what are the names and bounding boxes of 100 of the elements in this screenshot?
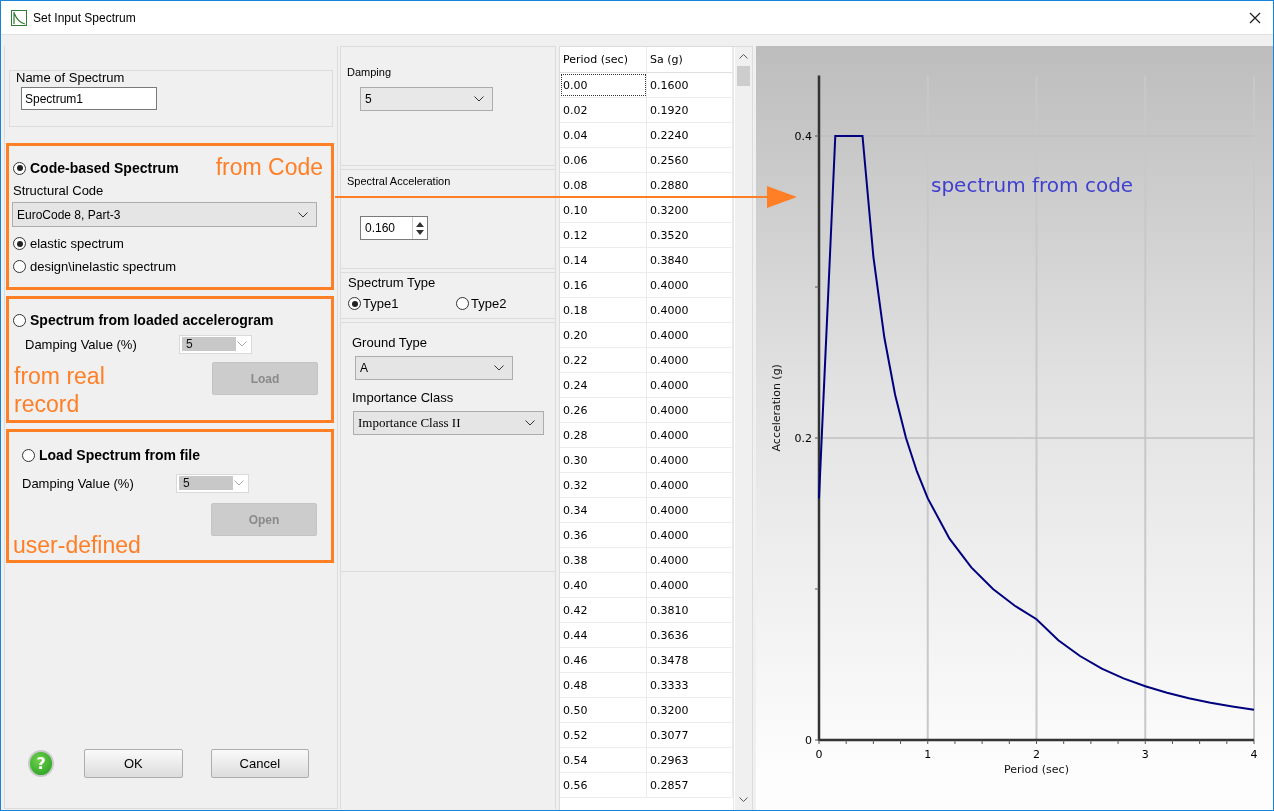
table-cell[interactable]: 0.4000 — [647, 298, 733, 322]
close-icon[interactable] — [1249, 11, 1261, 24]
radio-label[interactable]: design\inelastic spectrum — [30, 259, 176, 274]
table-cell[interactable]: 0.12 — [560, 223, 647, 247]
scrollbar-thumb[interactable] — [737, 66, 750, 86]
table-cell[interactable]: 0.3333 — [647, 673, 733, 697]
table-cell[interactable]: 0.48 — [560, 673, 647, 697]
tick-label: 1 — [924, 748, 932, 761]
dialog-button[interactable]: OK — [84, 749, 183, 778]
chevron-icon — [298, 211, 308, 218]
table-cell[interactable]: 0.42 — [560, 598, 647, 622]
table-cell[interactable]: 0.4000 — [647, 423, 733, 447]
radio-button[interactable] — [22, 448, 35, 462]
table-cell[interactable]: 0.20 — [560, 323, 647, 347]
name-field[interactable]: Spectrum1 — [21, 87, 157, 110]
table-cell[interactable]: 0.4000 — [647, 498, 733, 522]
table-cell[interactable]: 0.3200 — [647, 698, 733, 722]
window-title: Set Input Spectrum — [33, 10, 136, 25]
table-cell[interactable]: 0.4000 — [647, 348, 733, 372]
table-cell[interactable]: 0.1920 — [647, 98, 733, 122]
table-cell[interactable]: 0.54 — [560, 748, 647, 772]
table-cell[interactable]: 0.3478 — [647, 648, 733, 672]
table-cell[interactable]: 0.22 — [560, 348, 647, 372]
table-cell[interactable]: 0.2857 — [647, 773, 733, 797]
code-dropdown[interactable]: EuroCode 8, Part-3 — [12, 202, 317, 227]
radio-button[interactable] — [13, 237, 26, 250]
chevron-icon — [237, 341, 247, 347]
radio-label[interactable]: elastic spectrum — [30, 236, 124, 251]
annotation-text: user-defined — [13, 532, 141, 560]
table-cell[interactable]: 0.4000 — [647, 323, 733, 347]
radio-button[interactable] — [348, 297, 361, 310]
table-cell[interactable]: 0.3077 — [647, 723, 733, 747]
chevron-icon — [234, 480, 244, 486]
field-label: Structural Code — [13, 183, 105, 198]
radio-label[interactable]: Spectrum from loaded accelerogram — [30, 312, 274, 328]
column-header[interactable]: Sa (g) — [647, 47, 733, 72]
table-cell[interactable]: 0.32 — [560, 473, 647, 497]
radio-label[interactable]: Type2 — [471, 296, 507, 311]
table-cell[interactable]: 0.24 — [560, 373, 647, 397]
table-cell[interactable]: 0.38 — [560, 548, 647, 572]
table-cell[interactable]: 0.46 — [560, 648, 647, 672]
radio-label[interactable]: Type1 — [363, 296, 399, 311]
importance-class-dropdown[interactable]: Importance Class II — [353, 411, 544, 435]
table-cell[interactable]: 0.1600 — [647, 73, 733, 97]
tick-label: 2 — [1033, 748, 1040, 761]
field-label: Damping Value (%) — [22, 475, 135, 491]
table-cell[interactable]: 0.4000 — [647, 548, 733, 572]
table-cell[interactable]: 0.4000 — [647, 448, 733, 472]
table-cell[interactable]: 0.4000 — [647, 273, 733, 297]
table-cell[interactable]: 0.14 — [560, 248, 647, 272]
column-header[interactable]: Period (sec) — [560, 47, 647, 72]
table-cell[interactable]: 0.4000 — [647, 523, 733, 547]
table-cell[interactable]: 0.04 — [560, 123, 647, 147]
radio-button[interactable] — [13, 313, 26, 327]
table-cell[interactable]: 0.4000 — [647, 573, 733, 597]
table-cell[interactable]: 0.2963 — [647, 748, 733, 772]
table-cell[interactable]: 0.3200 — [647, 198, 733, 222]
table-cell[interactable]: 0.16 — [560, 273, 647, 297]
table-cell[interactable]: 0.3636 — [647, 623, 733, 647]
ground-type-dropdown[interactable]: A — [355, 356, 513, 380]
table-cell[interactable]: 0.00 — [560, 73, 647, 97]
field-label: Damping Value (%) — [25, 336, 138, 352]
down-arrow-icon[interactable] — [416, 229, 424, 235]
table-cell[interactable]: 0.30 — [560, 448, 647, 472]
tick-label: 0 — [805, 734, 812, 747]
table-cell[interactable]: 0.44 — [560, 623, 647, 647]
group-label: Name of Spectrum — [16, 70, 126, 85]
table-cell[interactable]: 0.56 — [560, 773, 647, 797]
spin-field[interactable]: 0.160 — [360, 216, 428, 240]
table-cell[interactable]: 0.3810 — [647, 598, 733, 622]
up-arrow-icon[interactable] — [416, 221, 424, 227]
table-cell[interactable]: 0.18 — [560, 298, 647, 322]
table-cell[interactable]: 0.2560 — [647, 148, 733, 172]
table-cell[interactable]: 0.52 — [560, 723, 647, 747]
radio-label[interactable]: Load Spectrum from file — [39, 447, 201, 463]
table-cell[interactable]: 0.2240 — [647, 123, 733, 147]
table-cell[interactable]: 0.10 — [560, 198, 647, 222]
dialog-button[interactable]: Cancel — [210, 749, 309, 778]
table-cell[interactable]: 0.28 — [560, 423, 647, 447]
table-cell[interactable]: 0.02 — [560, 98, 647, 122]
table-cell[interactable]: 0.50 — [560, 698, 647, 722]
table-cell[interactable]: 0.4000 — [647, 398, 733, 422]
damping-dropdown[interactable]: 5 — [360, 87, 493, 111]
chevron-icon — [474, 96, 484, 102]
radio-button[interactable] — [456, 297, 469, 310]
radio-label[interactable]: Code-based Spectrum — [30, 160, 179, 176]
table-cell[interactable]: 0.40 — [560, 573, 647, 597]
table-cell[interactable]: 0.4000 — [647, 473, 733, 497]
table-cell[interactable]: 0.3520 — [647, 223, 733, 247]
radio-button[interactable] — [13, 161, 26, 175]
table-cell[interactable]: 0.2880 — [647, 173, 733, 197]
table-cell[interactable]: 0.3840 — [647, 248, 733, 272]
table-cell[interactable]: 0.26 — [560, 398, 647, 422]
table-cell[interactable]: 0.36 — [560, 523, 647, 547]
table-cell[interactable]: 0.06 — [560, 148, 647, 172]
tick-label: 3 — [1141, 748, 1149, 761]
radio-button[interactable] — [13, 260, 26, 273]
table-cell[interactable]: 0.34 — [560, 498, 647, 522]
table-cell[interactable]: 0.4000 — [647, 373, 733, 397]
table-cell[interactable]: 0.08 — [560, 173, 647, 197]
